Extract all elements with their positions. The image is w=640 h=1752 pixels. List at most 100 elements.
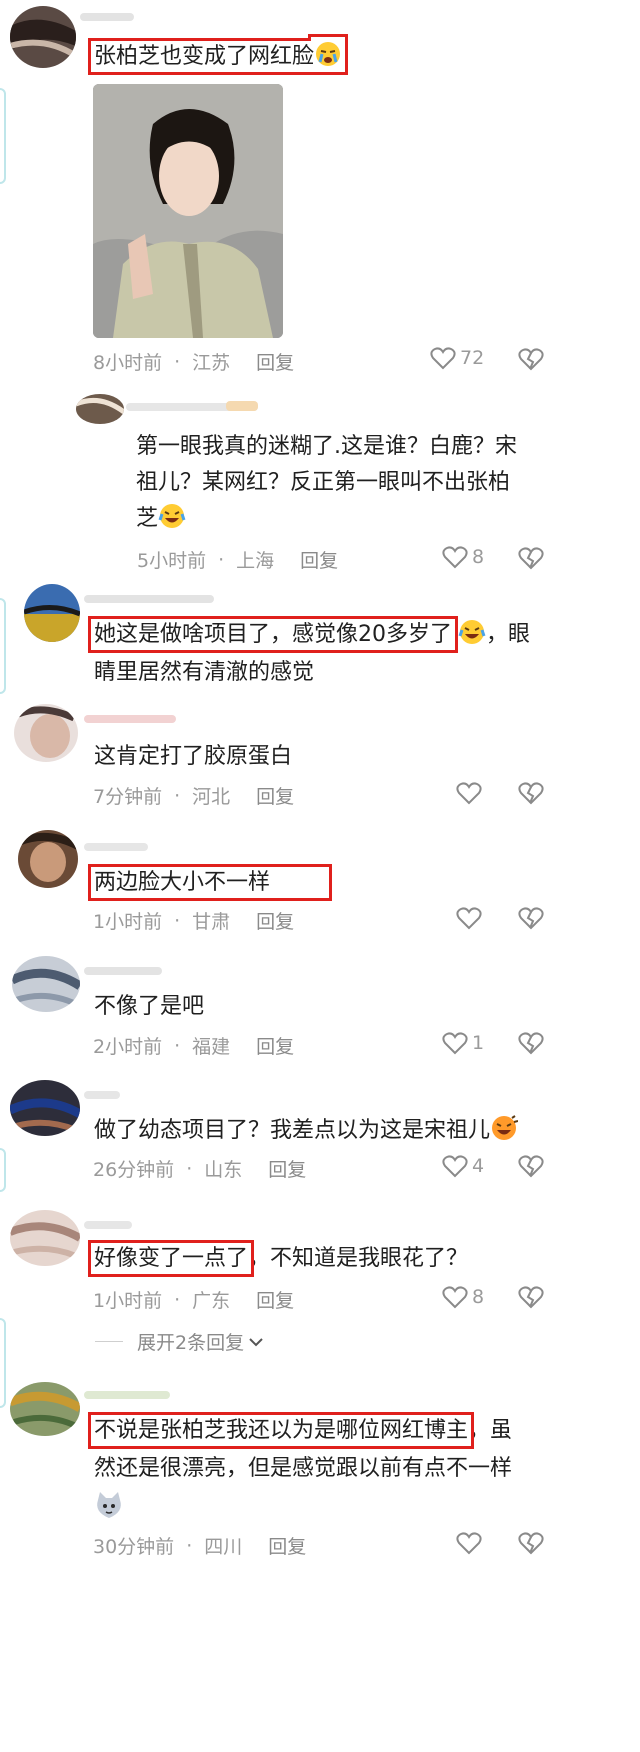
reply-button[interactable]: 回复 bbox=[268, 1532, 306, 1559]
comment-text: 这肯定打了胶原蛋白 bbox=[94, 744, 293, 769]
expand-replies-button[interactable]: 展开2条回复 bbox=[95, 1328, 264, 1355]
username-blurred[interactable] bbox=[84, 1386, 170, 1404]
like-button[interactable]: 8 bbox=[442, 1285, 484, 1309]
avatar[interactable] bbox=[10, 1080, 80, 1136]
reply-button[interactable]: 回复 bbox=[268, 1155, 306, 1182]
timestamp: 26分钟前 bbox=[93, 1159, 175, 1181]
like-button[interactable]: 72 bbox=[430, 346, 484, 370]
laughing-tears-emoji-icon bbox=[490, 1114, 519, 1142]
comment-text: 两边脸大小不一样 bbox=[87, 864, 333, 902]
reply-button[interactable]: 回复 bbox=[256, 782, 294, 809]
comment-text: 好像变了一点了，不知道是我眼花了？ bbox=[87, 1240, 469, 1277]
like-button[interactable] bbox=[456, 781, 482, 805]
scroll-edge-mark bbox=[0, 598, 6, 694]
heart-outline-icon bbox=[456, 1531, 482, 1555]
username-blurred[interactable] bbox=[84, 838, 148, 856]
laughing-tears-emoji-icon bbox=[158, 502, 186, 530]
avatar[interactable] bbox=[10, 1382, 80, 1436]
dislike-button[interactable] bbox=[518, 1154, 544, 1178]
like-button[interactable] bbox=[456, 906, 482, 930]
timestamp: 7分钟前 bbox=[93, 786, 163, 808]
avatar[interactable] bbox=[18, 830, 78, 888]
location: 四川 bbox=[204, 1536, 243, 1558]
scroll-edge-mark bbox=[0, 1318, 6, 1408]
comment-text-line: 第一眼我真的迷糊了.这是谁？白鹿？宋 bbox=[136, 434, 517, 459]
username-blurred[interactable] bbox=[80, 8, 134, 26]
comment-text-line: 她这是做啥项目了，感觉像20多岁了 ，眼 bbox=[88, 616, 530, 654]
avatar[interactable] bbox=[10, 6, 76, 68]
comment-text-line: 芝 bbox=[136, 500, 186, 538]
reply-button[interactable]: 回复 bbox=[256, 907, 294, 934]
attached-photo[interactable] bbox=[93, 84, 283, 338]
username-blurred[interactable] bbox=[126, 398, 258, 416]
timestamp: 30分钟前 bbox=[93, 1536, 175, 1558]
highlight-box: 两边脸大小不一样 bbox=[87, 864, 333, 901]
username-blurred[interactable] bbox=[84, 1086, 120, 1104]
location: 上海 bbox=[236, 550, 275, 572]
cat-emoji-icon bbox=[94, 1490, 124, 1520]
highlight-box: 张柏芝也变成了网红脸 bbox=[87, 38, 349, 75]
broken-heart-icon bbox=[518, 907, 544, 930]
reply-button[interactable]: 回复 bbox=[300, 546, 338, 573]
location: 广东 bbox=[192, 1290, 231, 1312]
like-count: 8 bbox=[472, 546, 485, 568]
heart-outline-icon bbox=[442, 1154, 468, 1178]
comment-text: 张柏芝也变成了网红脸 bbox=[87, 38, 349, 76]
comment-meta: 26分钟前 · 山东 回复 bbox=[93, 1155, 306, 1182]
reply-button[interactable]: 回复 bbox=[256, 348, 294, 375]
comment-meta: 30分钟前 · 四川 回复 bbox=[93, 1532, 306, 1559]
comment-meta: 1小时前 · 甘肃 回复 bbox=[93, 907, 294, 934]
username-blurred[interactable] bbox=[84, 1216, 132, 1234]
username-blurred[interactable] bbox=[84, 710, 176, 728]
timestamp: 2小时前 bbox=[93, 1036, 163, 1058]
dislike-button[interactable] bbox=[518, 347, 544, 371]
like-button[interactable]: 4 bbox=[442, 1154, 484, 1178]
heart-outline-icon bbox=[442, 1285, 468, 1309]
dislike-button[interactable] bbox=[518, 781, 544, 805]
highlight-box: 她这是做啥项目了，感觉像20多岁了 bbox=[88, 616, 458, 653]
comment-meta: 5小时前 · 上海 回复 bbox=[137, 546, 338, 573]
comment-meta: 7分钟前 · 河北 回复 bbox=[93, 782, 294, 809]
crying-emoji-icon bbox=[314, 40, 342, 68]
broken-heart-icon bbox=[518, 782, 544, 805]
highlight-box: 不说是张柏芝我还以为是哪位网红博主 bbox=[87, 1412, 475, 1449]
comment-text-line: 睛里居然有清澈的感觉 bbox=[94, 660, 315, 685]
broken-heart-icon bbox=[518, 1532, 544, 1555]
username-blurred[interactable] bbox=[84, 590, 214, 608]
like-count: 8 bbox=[472, 1286, 485, 1308]
timestamp: 8小时前 bbox=[93, 352, 163, 374]
avatar[interactable] bbox=[10, 1210, 80, 1266]
avatar[interactable] bbox=[24, 584, 80, 642]
timestamp: 1小时前 bbox=[93, 911, 163, 933]
broken-heart-icon bbox=[518, 348, 544, 371]
broken-heart-icon bbox=[518, 1032, 544, 1055]
location: 河北 bbox=[192, 786, 231, 808]
timestamp: 5小时前 bbox=[137, 550, 207, 572]
broken-heart-icon bbox=[518, 1155, 544, 1178]
avatar[interactable] bbox=[14, 704, 78, 762]
comment-meta: 8小时前 · 江苏 回复 bbox=[93, 348, 294, 375]
avatar[interactable] bbox=[12, 956, 80, 1012]
reply-button[interactable]: 回复 bbox=[256, 1286, 294, 1313]
divider bbox=[95, 1341, 123, 1342]
dislike-button[interactable] bbox=[518, 546, 544, 570]
username-blurred[interactable] bbox=[84, 962, 162, 980]
dislike-button[interactable] bbox=[518, 1531, 544, 1555]
chevron-down-icon bbox=[248, 1331, 264, 1353]
like-button[interactable]: 8 bbox=[442, 545, 484, 569]
avatar[interactable] bbox=[76, 394, 124, 424]
timestamp: 1小时前 bbox=[93, 1290, 163, 1312]
like-button[interactable]: 1 bbox=[442, 1031, 484, 1055]
dislike-button[interactable] bbox=[518, 906, 544, 930]
like-count: 4 bbox=[472, 1155, 485, 1177]
comment-meta: 1小时前 · 广东 回复 bbox=[93, 1286, 294, 1313]
like-button[interactable] bbox=[456, 1531, 482, 1555]
heart-outline-icon bbox=[442, 545, 468, 569]
reply-button[interactable]: 回复 bbox=[256, 1032, 294, 1059]
comment-text-line: 祖儿？某网红？反正第一眼叫不出张柏 bbox=[136, 470, 511, 495]
comment-text-line: 然还是很漂亮，但是感觉跟以前有点不一样 bbox=[94, 1456, 513, 1481]
broken-heart-icon bbox=[518, 1286, 544, 1309]
dislike-button[interactable] bbox=[518, 1285, 544, 1309]
comment-text: 不像了是吧 bbox=[94, 994, 205, 1019]
dislike-button[interactable] bbox=[518, 1031, 544, 1055]
